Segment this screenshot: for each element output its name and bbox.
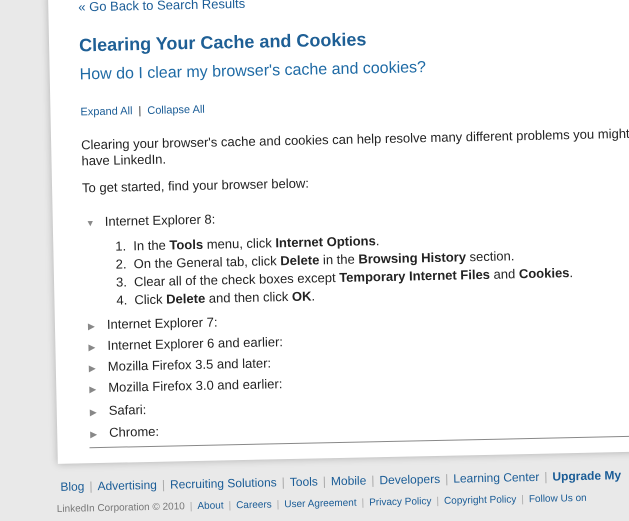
separator: |	[436, 495, 440, 508]
browser-toggle-firefox35[interactable]: ▶ Mozilla Firefox 3.5 and later:	[89, 355, 272, 374]
footer-link-mobile[interactable]: Mobile	[331, 474, 367, 489]
browser-label: Safari:	[108, 402, 147, 418]
triangle-right-icon: ▶	[89, 384, 97, 395]
separator: |	[161, 477, 166, 492]
footer-link-copyright-policy[interactable]: Copyright Policy	[444, 494, 516, 507]
browser-label: Internet Explorer 8:	[104, 211, 216, 229]
triangle-right-icon: ▶	[88, 363, 96, 374]
footer-link-advertising[interactable]: Advertising	[97, 478, 157, 493]
browser-label: Internet Explorer 7:	[106, 314, 218, 332]
separator: |	[189, 501, 193, 513]
browser-toggle-safari[interactable]: ▶ Safari:	[90, 402, 147, 418]
separator: |	[361, 497, 365, 509]
footer-link-blog[interactable]: Blog	[60, 479, 84, 494]
browser-label: Chrome:	[109, 423, 160, 440]
triangle-down-icon: ▼	[85, 218, 95, 229]
back-to-search-link[interactable]: « Go Back to Search Results	[78, 0, 245, 14]
footer-link-follow-us[interactable]: Follow Us on	[529, 493, 587, 505]
site-footer: Blog | Advertising | Recruiting Solutions | To…	[56, 457, 629, 521]
footer-link-upgrade[interactable]: Upgrade My	[552, 468, 621, 483]
intro-paragraph: Clearing your browser's cache and cookie…	[81, 125, 629, 169]
separator: |	[228, 500, 232, 512]
triangle-right-icon: ▶	[90, 429, 98, 440]
footer-link-privacy-policy[interactable]: Privacy Policy	[369, 496, 431, 508]
separator: |	[322, 474, 327, 489]
triangle-right-icon: ▶	[89, 407, 97, 418]
page-title: Clearing Your Cache and Cookies	[78, 29, 367, 56]
footer-link-developers[interactable]: Developers	[379, 472, 440, 487]
footer-link-tools[interactable]: Tools	[290, 475, 318, 490]
browser-toggle-firefox30[interactable]: ▶ Mozilla Firefox 3.0 and earlier:	[89, 376, 282, 395]
instructions-lead: To get started, find your browser below:	[81, 175, 310, 196]
browser-toggle-ie8[interactable]: ▼ Internet Explorer 8:	[86, 212, 216, 230]
separator: |	[521, 494, 525, 506]
ie8-steps-list: 1. In the Tools menu, click Internet Opti…	[115, 228, 574, 310]
browser-toggle-chrome[interactable]: ▶ Chrome:	[90, 424, 159, 440]
separator: |	[276, 499, 280, 511]
browser-toggle-ie6[interactable]: ▶ Internet Explorer 6 and earlier:	[88, 334, 283, 353]
collapse-all-link[interactable]: Collapse All	[147, 104, 205, 117]
browser-label: Mozilla Firefox 3.0 and earlier:	[108, 376, 283, 395]
footer-link-about[interactable]: About	[197, 501, 223, 513]
footer-link-recruiting[interactable]: Recruiting Solutions	[170, 475, 277, 491]
footer-secondary-links: LinkedIn Corporation © 2010 | About | Career…	[57, 493, 587, 515]
content-divider	[89, 434, 629, 449]
footer-link-user-agreement[interactable]: User Agreement	[284, 498, 356, 511]
expand-all-link[interactable]: Expand All	[80, 105, 132, 118]
footer-link-careers[interactable]: Careers	[236, 499, 272, 511]
separator: |	[138, 105, 142, 118]
expand-collapse-controls: Expand All | Collapse All	[80, 104, 205, 119]
separator: |	[371, 473, 375, 488]
browser-toggle-ie7[interactable]: ▶ Internet Explorer 7:	[88, 315, 218, 333]
page-subtitle: How do I clear my browser's cache and co…	[79, 59, 427, 84]
browser-label: Internet Explorer 6 and earlier:	[107, 334, 284, 353]
copyright-text: LinkedIn Corporation © 2010	[56, 501, 185, 515]
separator: |	[444, 471, 449, 486]
triangle-right-icon: ▶	[87, 321, 95, 332]
footer-primary-links: Blog | Advertising | Recruiting Solutions | To…	[60, 468, 621, 494]
footer-link-learning-center[interactable]: Learning Center	[453, 470, 539, 486]
browser-label: Mozilla Firefox 3.5 and later:	[107, 355, 272, 374]
separator: |	[89, 479, 93, 494]
triangle-right-icon: ▶	[88, 342, 96, 353]
help-article-panel: « Go Back to Search Results Clearing You…	[48, 0, 629, 464]
separator: |	[544, 469, 548, 484]
separator: |	[281, 475, 285, 490]
screenshot-stage: « Go Back to Search Results Clearing You…	[0, 0, 629, 521]
